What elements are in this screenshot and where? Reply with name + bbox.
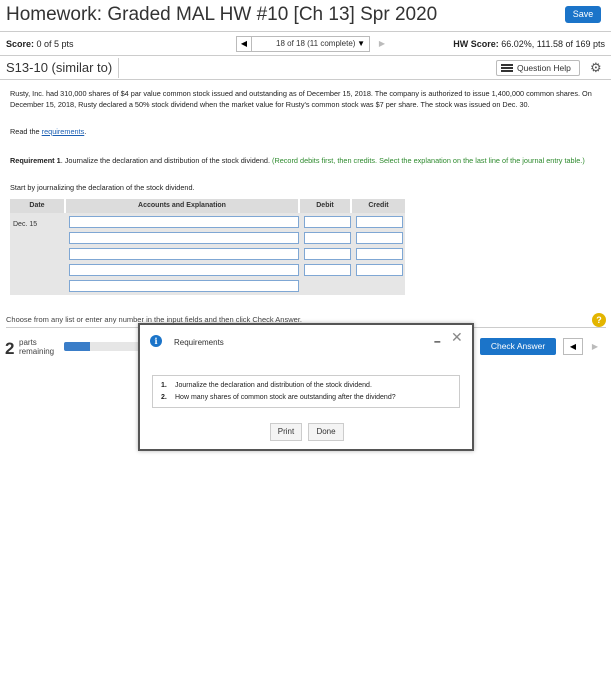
triangle-left-icon: ◀ xyxy=(569,342,577,351)
requirement-1-instructions: (Record debits first, then credits. Sele… xyxy=(272,156,585,165)
item-number: 1. xyxy=(161,382,167,389)
read-prefix: Read the xyxy=(10,127,40,136)
hw-score-value: 66.02%, 111.58 of 169 pts xyxy=(501,39,605,49)
score-bar: Score: 0 of 5 pts ◀ 18 of 18 (11 complet… xyxy=(0,32,611,56)
dialog-title: Requirements xyxy=(174,338,224,347)
help-icon[interactable]: ? xyxy=(592,313,606,327)
item-text: How many shares of common stock are outs… xyxy=(175,394,396,401)
date-column: Dec. 15 xyxy=(10,213,66,295)
previous-question-button[interactable]: ◀ xyxy=(236,36,252,52)
read-requirements: Read the requirements. xyxy=(10,127,86,136)
requirement-1-label: Requirement 1 xyxy=(10,156,61,165)
list-icon xyxy=(501,64,513,72)
debit-input-4[interactable] xyxy=(304,264,351,276)
triangle-right-icon: ▶ xyxy=(591,342,599,351)
item-text: Journalize the declaration and distribut… xyxy=(175,382,372,389)
requirement-1-text: . Journalize the declaration and distrib… xyxy=(60,156,270,165)
header-date: Date xyxy=(10,199,66,213)
item-number: 2. xyxy=(161,394,167,401)
credit-input-3[interactable] xyxy=(356,248,403,260)
credit-input-1[interactable] xyxy=(356,216,403,228)
date-value: Dec. 15 xyxy=(13,221,38,228)
triangle-left-icon: ◀ xyxy=(240,39,248,48)
save-button[interactable]: Save xyxy=(565,6,601,23)
question-position: 18 of 18 (11 complete) xyxy=(276,39,356,48)
caret-down-icon: ▼ xyxy=(357,39,365,48)
check-answer-button[interactable]: Check Answer xyxy=(480,338,556,355)
list-item: 1. Journalize the declaration and distrib… xyxy=(161,380,451,392)
gear-icon[interactable]: ⚙ xyxy=(590,60,602,76)
account-input-2[interactable] xyxy=(69,232,299,244)
previous-part-button[interactable]: ◀ xyxy=(563,338,583,355)
question-select[interactable]: 18 of 18 (11 complete) ▼ xyxy=(252,36,370,52)
problem-text: Rusty, Inc. had 310,000 shares of $4 par… xyxy=(10,89,592,109)
question-bar: S13-10 (similar to) Question Help ⚙ xyxy=(0,56,611,80)
question-navigator: ◀ 18 of 18 (11 complete) ▼ ▶ xyxy=(236,36,390,52)
hw-score: HW Score: 66.02%, 111.58 of 169 pts xyxy=(453,39,605,49)
account-input-4[interactable] xyxy=(69,264,299,276)
requirements-list: 1. Journalize the declaration and distrib… xyxy=(152,375,460,408)
requirement-1: Requirement 1. Journalize the declaratio… xyxy=(10,155,600,166)
close-icon[interactable]: ✕ xyxy=(451,329,463,346)
read-suffix: . xyxy=(84,127,87,136)
requirements-dialog: i Requirements – ✕ 1. Journalize the decl… xyxy=(138,323,474,451)
print-button[interactable]: Print xyxy=(270,423,302,441)
next-part-button[interactable]: ▶ xyxy=(585,338,605,355)
title-bar: Homework: Graded MAL HW #10 [Ch 13] Spr … xyxy=(0,0,611,32)
next-question-button[interactable]: ▶ xyxy=(374,36,390,52)
remaining-label: remaining xyxy=(19,347,55,356)
journal-body xyxy=(66,213,405,295)
info-icon: i xyxy=(150,335,162,347)
minimize-icon[interactable]: – xyxy=(434,334,441,348)
credit-input-2[interactable] xyxy=(356,232,403,244)
explanation-input[interactable] xyxy=(69,280,299,292)
requirements-link[interactable]: requirements xyxy=(42,127,85,136)
debit-input-3[interactable] xyxy=(304,248,351,260)
triangle-right-icon: ▶ xyxy=(378,39,386,48)
question-help-label: Question Help xyxy=(517,63,571,73)
hw-score-label: HW Score: xyxy=(453,39,499,49)
score-label: Score: xyxy=(6,39,35,49)
start-instruction: Start by journalizing the declaration of… xyxy=(10,183,195,192)
debit-input-1[interactable] xyxy=(304,216,351,228)
parts-remaining-label: parts remaining xyxy=(19,338,54,356)
homework-title: Homework: Graded MAL HW #10 [Ch 13] Spr … xyxy=(6,4,438,25)
credit-input-4[interactable] xyxy=(356,264,403,276)
header-credit: Credit xyxy=(352,199,405,213)
score: Score: 0 of 5 pts xyxy=(6,39,74,49)
parts-remaining-count: 2 xyxy=(5,339,15,358)
done-button[interactable]: Done xyxy=(308,423,344,441)
journal-entry-table: Date Accounts and Explanation Debit Cred… xyxy=(10,199,405,295)
parts-label: parts xyxy=(19,338,37,347)
progress-fill xyxy=(64,342,91,351)
question-title: S13-10 (similar to) xyxy=(6,60,113,75)
header-debit: Debit xyxy=(300,199,352,213)
score-value: 0 of 5 pts xyxy=(36,39,74,49)
header-accounts: Accounts and Explanation xyxy=(66,199,300,213)
account-input-3[interactable] xyxy=(69,248,299,260)
divider xyxy=(118,58,119,78)
account-input-1[interactable] xyxy=(69,216,299,228)
question-help-button[interactable]: Question Help xyxy=(496,60,580,76)
progress-bar xyxy=(64,342,144,351)
list-item: 2. How many shares of common stock are ou… xyxy=(161,392,451,404)
debit-input-2[interactable] xyxy=(304,232,351,244)
